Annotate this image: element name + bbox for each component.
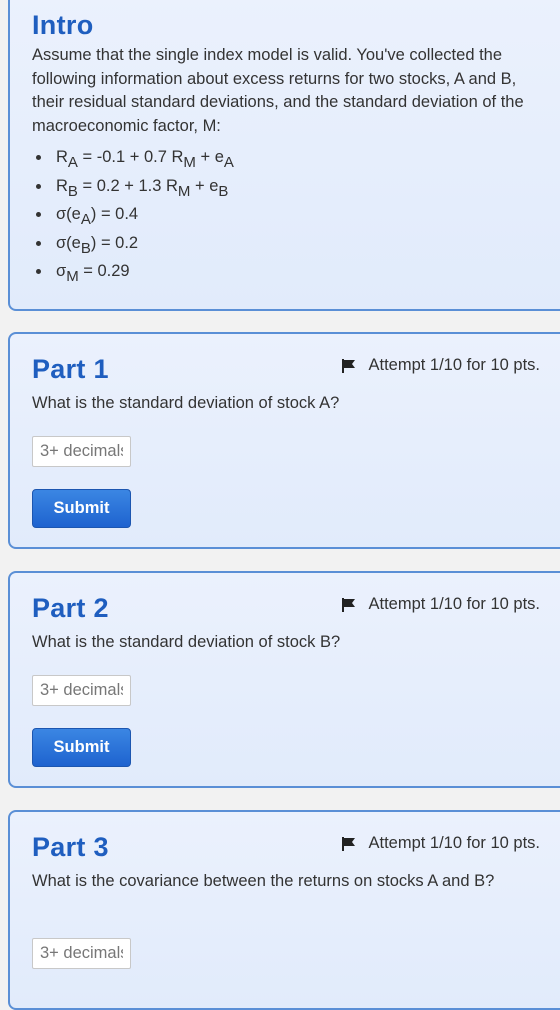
answer-input[interactable] xyxy=(32,436,131,467)
formula-item: RA = -0.1 + 0.7 RM + eA xyxy=(52,146,234,175)
intro-title: Intro xyxy=(32,10,94,40)
attempt-info: Attempt 1/10 for 10 pts. xyxy=(342,356,540,375)
part-3-title: Part 3 xyxy=(32,832,109,862)
formula-item: σM = 0.29 xyxy=(52,260,234,289)
answer-input[interactable] xyxy=(32,938,131,969)
attempt-info: Attempt 1/10 for 10 pts. xyxy=(342,834,540,853)
flag-icon xyxy=(342,836,356,851)
answer-input[interactable] xyxy=(32,675,131,706)
formula-item: RB = 0.2 + 1.3 RM + eB xyxy=(52,175,234,204)
part-1-title: Part 1 xyxy=(32,354,109,384)
attempt-text: Attempt 1/10 for 10 pts. xyxy=(368,595,540,613)
attempt-text: Attempt 1/10 for 10 pts. xyxy=(368,834,540,852)
submit-button[interactable]: Submit xyxy=(32,728,131,767)
part-2-title: Part 2 xyxy=(32,593,109,623)
part-2-card: Part 2 Attempt 1/10 for 10 pts. What is … xyxy=(8,571,560,788)
question-text: What is the standard deviation of stock … xyxy=(32,394,340,412)
attempt-info: Attempt 1/10 for 10 pts. xyxy=(342,595,540,614)
intro-description: Assume that the single index model is va… xyxy=(32,46,524,135)
attempt-text: Attempt 1/10 for 10 pts. xyxy=(368,356,540,374)
formula-item: σ(eA) = 0.4 xyxy=(52,203,234,232)
formula-item: σ(eB) = 0.2 xyxy=(52,232,234,261)
formula-list: RA = -0.1 + 0.7 RM + eA RB = 0.2 + 1.3 R… xyxy=(32,146,234,289)
submit-button[interactable]: Submit xyxy=(32,489,131,528)
question-text: What is the standard deviation of stock … xyxy=(32,633,341,651)
intro-card: Intro Assume that the single index model… xyxy=(8,0,560,311)
question-text: What is the covariance between the retur… xyxy=(32,872,495,890)
part-3-card: Part 3 Attempt 1/10 for 10 pts. What is … xyxy=(8,810,560,1010)
part-1-card: Part 1 Attempt 1/10 for 10 pts. What is … xyxy=(8,332,560,549)
flag-icon xyxy=(342,358,356,373)
flag-icon xyxy=(342,597,356,612)
